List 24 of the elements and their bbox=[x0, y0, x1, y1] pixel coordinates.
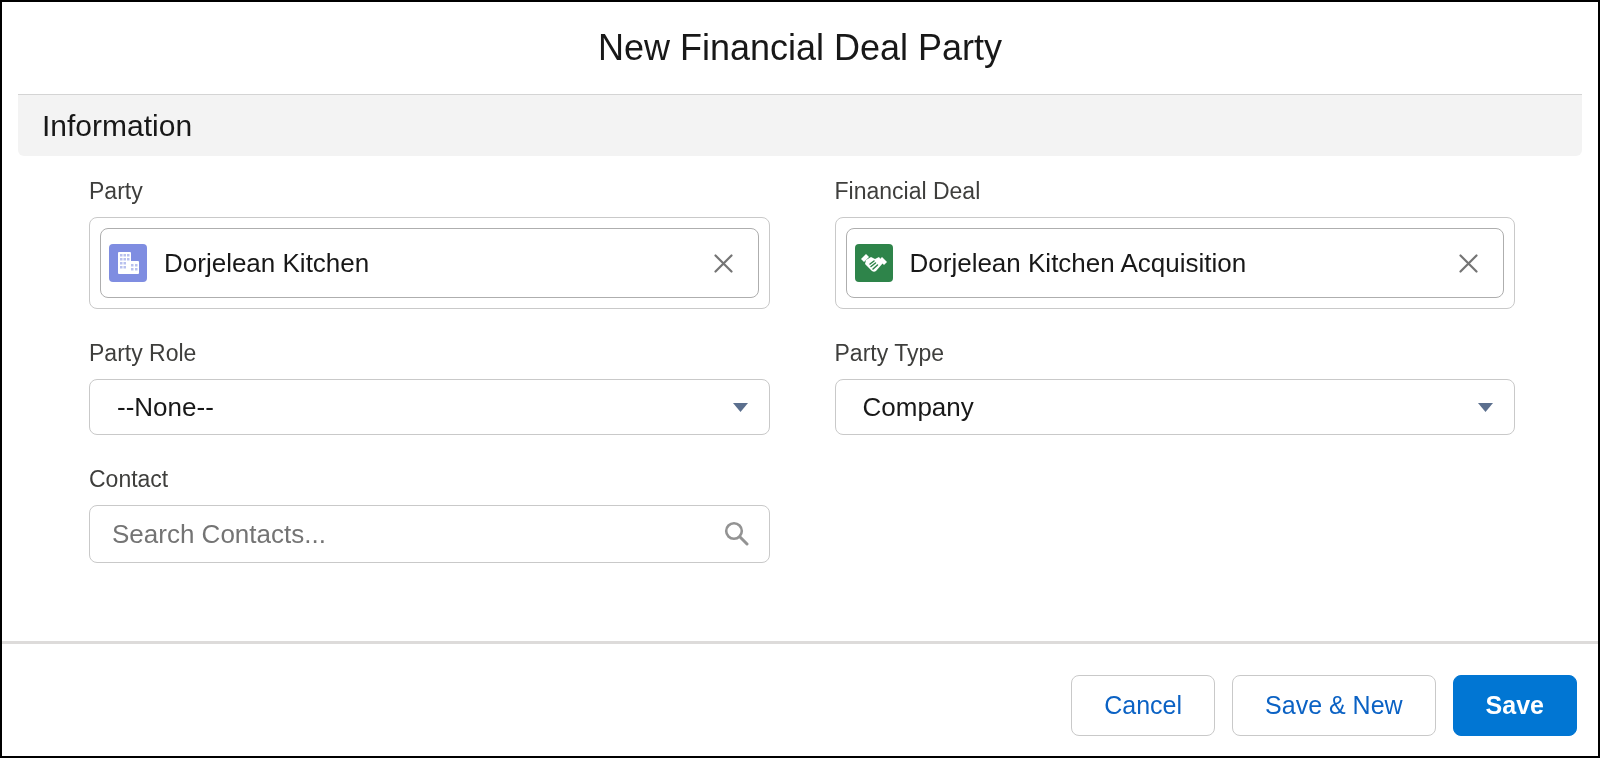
cancel-button[interactable]: Cancel bbox=[1071, 675, 1216, 736]
lookup-field[interactable]: Dorjelean Kitchen bbox=[89, 217, 770, 309]
field-label: Contact bbox=[89, 465, 169, 494]
selected-record-pill[interactable]: Dorjelean Kitchen Acquisition bbox=[845, 228, 1504, 298]
selected-record-pill[interactable]: Dorjelean Kitchen bbox=[100, 228, 759, 298]
section-title: Information bbox=[42, 110, 193, 141]
field-label: Party Type bbox=[834, 339, 945, 368]
field-label: Party bbox=[89, 177, 143, 206]
lookup-field[interactable]: Dorjelean Kitchen Acquisition bbox=[834, 217, 1515, 309]
field-label: Party Role bbox=[89, 339, 197, 368]
picklist-field[interactable]: --None-- bbox=[89, 379, 770, 435]
picklist-field[interactable]: Company bbox=[834, 379, 1515, 435]
record-name: Dorjelean Kitchen Acquisition bbox=[909, 250, 1248, 276]
save-and-new-button[interactable]: Save & New bbox=[1232, 675, 1436, 736]
caret-icon bbox=[732, 402, 748, 412]
modal-title: New Financial Deal Party bbox=[597, 30, 1003, 66]
close-icon[interactable] bbox=[1459, 253, 1478, 273]
field-label: Financial Deal bbox=[834, 177, 981, 206]
save-button[interactable]: Save bbox=[1452, 675, 1577, 736]
search-field[interactable]: Search Contacts... bbox=[89, 505, 770, 563]
search-icon bbox=[723, 521, 749, 546]
caret-icon bbox=[1478, 402, 1493, 412]
record-name: Dorjelean Kitchen bbox=[164, 250, 371, 276]
close-icon[interactable] bbox=[713, 253, 733, 273]
